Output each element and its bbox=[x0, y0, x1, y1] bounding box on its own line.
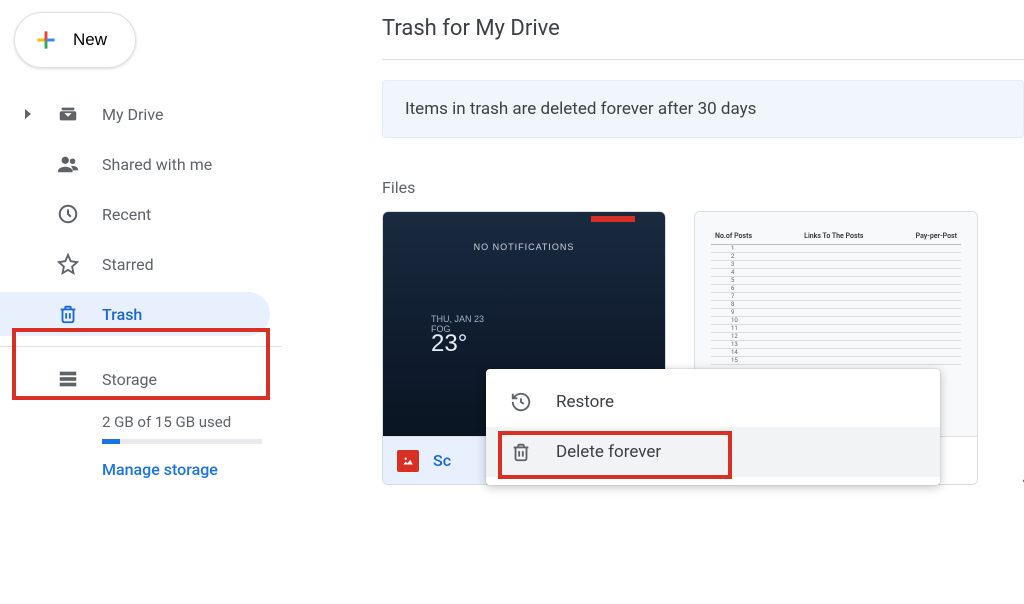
sidebar-item-shared[interactable]: Shared with me bbox=[0, 142, 270, 186]
sidebar-item-starred[interactable]: Starred bbox=[0, 242, 270, 286]
menu-item-restore[interactable]: Restore bbox=[486, 377, 940, 427]
menu-item-label: Restore bbox=[556, 392, 614, 412]
restore-icon bbox=[510, 391, 532, 413]
sidebar-item-label: Starred bbox=[102, 255, 154, 274]
storage-usage-text: 2 GB of 15 GB used bbox=[102, 413, 282, 431]
page-title: Trash for My Drive bbox=[382, 16, 1024, 41]
drive-icon bbox=[56, 102, 80, 126]
sidebar-item-label: Recent bbox=[102, 205, 151, 224]
main-content: Trash for My Drive Items in trash are de… bbox=[282, 0, 1024, 604]
ss-col: No.of Posts bbox=[715, 232, 752, 240]
trash-icon bbox=[56, 302, 80, 326]
context-menu: Restore Delete forever bbox=[486, 369, 940, 485]
thumb-text: NO NOTIFICATIONS bbox=[383, 242, 665, 252]
sidebar: New My Drive Shared with me Recent bbox=[0, 0, 282, 604]
sidebar-item-storage[interactable]: Storage bbox=[0, 357, 270, 401]
people-icon bbox=[56, 152, 80, 176]
image-file-icon bbox=[397, 450, 419, 472]
sidebar-item-trash[interactable]: Trash bbox=[0, 292, 270, 336]
menu-item-delete-forever[interactable]: Delete forever bbox=[486, 427, 940, 477]
manage-storage-link[interactable]: Manage storage bbox=[102, 460, 282, 479]
info-banner: Items in trash are deleted forever after… bbox=[382, 80, 1024, 138]
sidebar-item-label: My Drive bbox=[102, 105, 163, 124]
storage-bar-fill bbox=[102, 439, 120, 444]
thumb-date: THU, JAN 23 bbox=[431, 314, 484, 324]
trash-outline-icon bbox=[510, 441, 532, 463]
sidebar-item-label: Shared with me bbox=[102, 155, 212, 174]
divider bbox=[382, 59, 1024, 60]
file-name: Sc bbox=[433, 451, 451, 470]
files-row: NO NOTIFICATIONS THU, JAN 23 FOG 23° Sc bbox=[382, 211, 1024, 485]
new-button-label: New bbox=[73, 30, 107, 50]
star-icon bbox=[56, 252, 80, 276]
menu-item-label: Delete forever bbox=[556, 442, 661, 462]
sidebar-item-label: Trash bbox=[102, 305, 142, 324]
divider bbox=[0, 346, 282, 347]
thumb-temp: 23° bbox=[431, 330, 467, 358]
ss-col: Pay-per-Post bbox=[916, 232, 957, 240]
plus-icon bbox=[33, 27, 59, 53]
ss-col: Links To The Posts bbox=[804, 232, 863, 240]
sidebar-item-recent[interactable]: Recent bbox=[0, 192, 270, 236]
chevron-right-icon bbox=[22, 109, 34, 119]
files-section-header: Files bbox=[382, 178, 1024, 197]
storage-bar bbox=[102, 439, 262, 444]
sidebar-item-my-drive[interactable]: My Drive bbox=[0, 92, 270, 136]
storage-icon bbox=[56, 367, 80, 391]
new-button[interactable]: New bbox=[14, 12, 136, 68]
clock-icon bbox=[56, 202, 80, 226]
sidebar-item-label: Storage bbox=[102, 370, 157, 389]
